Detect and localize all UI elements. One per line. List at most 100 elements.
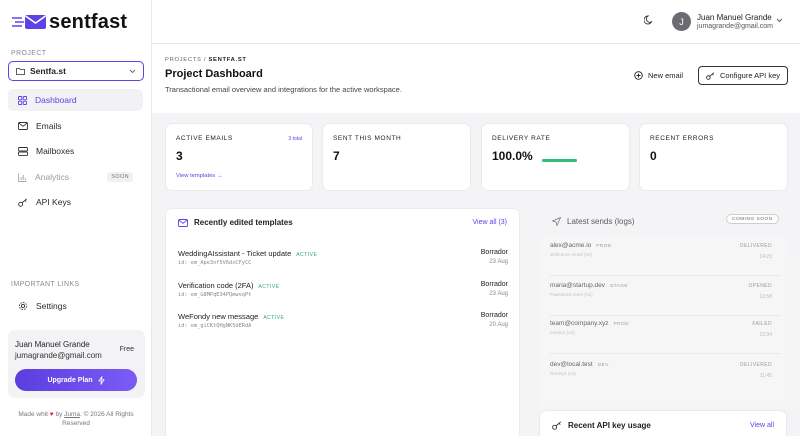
important-links-label: IMPORTANT LINKS	[11, 281, 80, 288]
template-row[interactable]: WeFondy new message ACTIVE id: em_giCKtQH…	[178, 312, 508, 336]
view-templates-link[interactable]: View templates →	[176, 173, 223, 179]
nav-analytics[interactable]: Analytics SOON	[8, 166, 143, 188]
nav-label: Settings	[36, 301, 67, 311]
status-badge: ACTIVE	[258, 284, 280, 290]
avatar[interactable]: J	[672, 12, 691, 31]
send-mail-icon	[12, 15, 46, 29]
send-icon	[552, 217, 561, 226]
key-icon	[552, 421, 562, 430]
send-subject: Invoice (v3)	[550, 331, 575, 336]
nav-label: Mailboxes	[36, 146, 75, 156]
footer-made-with: Made whit	[18, 411, 48, 418]
project-select-value: Sentfa.st	[30, 66, 66, 76]
topbar: J Juan Manuel Grande jumagrande@gmail.co…	[152, 0, 800, 44]
footer-reserved: Reserved	[62, 420, 90, 427]
panel-header: Latest sends (logs)	[552, 217, 635, 226]
topbar-user-name: Juan Manuel Grande	[697, 13, 772, 22]
project-select[interactable]: Sentfa.st	[8, 61, 144, 81]
recent-templates-panel: Recently edited templates View all (3) W…	[165, 208, 520, 436]
user-email: jumagrande@gmail.com	[15, 351, 102, 360]
main-content: PROJECTS / SENTFA.ST Project Dashboard T…	[152, 44, 800, 436]
status-badge: ACTIVE	[263, 315, 285, 321]
send-subject: Receipt (v1)	[550, 372, 576, 377]
soon-badge: SOON	[107, 172, 133, 182]
chevron-down-icon	[129, 69, 136, 73]
key-icon	[706, 71, 715, 80]
panel-title: Recently edited templates	[194, 218, 293, 227]
send-email: dev@local.test	[550, 361, 593, 368]
env-tag: PROD	[613, 322, 629, 327]
nav-label: API Keys	[36, 197, 71, 207]
template-state: Borrador	[480, 281, 508, 288]
nav-label: Dashboard	[35, 95, 77, 105]
stat-value: 100.0%	[492, 149, 533, 163]
env-tag: DEV	[597, 363, 609, 368]
send-subject: Welcome email (v2)	[550, 253, 593, 258]
avatar-initial: J	[679, 16, 684, 27]
template-id: id: em_Ape3nf5V6dxCFyCC	[178, 260, 252, 266]
stat-delivery-rate: DELIVERY RATE 100.0%	[481, 123, 630, 191]
template-row[interactable]: WeddingAIssistant - Ticket update ACTIVE …	[178, 249, 508, 273]
new-email-button[interactable]: New email	[634, 67, 683, 84]
moon-icon[interactable]	[644, 15, 654, 25]
upgrade-plan-label: Upgrade Plan	[47, 376, 93, 384]
template-date: 20 Aug	[489, 322, 508, 328]
plan-label: Free	[119, 346, 134, 353]
nav-label: Emails	[36, 121, 62, 131]
panel-header: Recently edited templates	[178, 218, 293, 227]
send-row: maria@startup.dev STAGE Password reset (v…	[550, 280, 780, 316]
heart-icon: ♥	[49, 411, 54, 418]
footer-by: by	[55, 411, 63, 418]
send-status: DELIVERED	[740, 243, 772, 249]
plus-circle-icon	[634, 71, 643, 80]
inbox-icon	[18, 146, 28, 156]
template-row[interactable]: Verification code (2FA) ACTIVE id: em_G8M…	[178, 281, 508, 305]
grid-icon	[18, 95, 27, 105]
send-status: FAILED	[752, 321, 772, 327]
author-link[interactable]: Juma	[64, 411, 80, 418]
send-email: alex@acme.io	[550, 242, 592, 249]
stat-recent-errors: RECENT ERRORS 0	[639, 123, 788, 191]
chevron-down-icon[interactable]	[776, 18, 783, 23]
stat-label: DELIVERY RATE	[492, 135, 551, 142]
api-usage-panel: Recent API key usage View all	[539, 410, 787, 436]
nav-mailboxes[interactable]: Mailboxes	[8, 140, 143, 162]
footer-note: Made whit ♥ by Juma. © 2026 All Rights R…	[6, 410, 146, 428]
upgrade-plan-button[interactable]: Upgrade Plan	[15, 369, 137, 391]
template-date: 23 Aug	[489, 291, 508, 297]
sidebar: sentfast PROJECT Sentfa.st Dashboard Ema…	[0, 0, 152, 436]
stat-sent-this-month: SENT THIS MONTH 7	[322, 123, 471, 191]
env-tag: STAGE	[610, 284, 628, 289]
page-subtitle: Transactional email overview and integra…	[165, 85, 402, 94]
mail-icon	[178, 218, 188, 227]
view-all-api-usage-link[interactable]: View all	[750, 422, 774, 429]
nav-api-keys[interactable]: API Keys	[8, 191, 143, 213]
stat-label: ACTIVE EMAILS	[176, 135, 233, 142]
delivery-rate-bar-fill	[542, 159, 577, 162]
gear-icon	[18, 301, 28, 311]
page-title: Project Dashboard	[165, 68, 263, 80]
env-tag: PROD	[596, 244, 612, 249]
topbar-user-email: jumagrande@gmail.com	[697, 23, 773, 30]
new-email-label: New email	[648, 71, 684, 80]
template-state: Borrador	[480, 249, 508, 256]
stat-value: 7	[333, 149, 340, 163]
configure-api-key-button[interactable]: Configure API key	[698, 66, 788, 85]
brand-logo[interactable]: sentfast	[12, 9, 127, 35]
nav-label: Analytics	[35, 172, 70, 182]
breadcrumb-separator: /	[203, 57, 207, 63]
footer-rights: . © 2026 All Rights	[80, 411, 134, 418]
stat-label: SENT THIS MONTH	[333, 135, 402, 142]
view-all-templates-link[interactable]: View all (3)	[473, 219, 508, 226]
template-state: Borrador	[480, 312, 508, 319]
template-date: 23 Aug	[489, 259, 508, 265]
send-row: alex@acme.io PROD Welcome email (v2) DELI…	[550, 240, 780, 276]
breadcrumb-projects[interactable]: PROJECTS	[165, 57, 202, 63]
nav-emails[interactable]: Emails	[8, 115, 143, 137]
panel-title: Recent API key usage	[568, 421, 651, 430]
nav-dashboard[interactable]: Dashboard	[8, 89, 143, 111]
send-time: 14:23	[759, 254, 772, 260]
nav-settings[interactable]: Settings	[8, 295, 143, 317]
folder-icon	[16, 68, 25, 75]
send-time: 11:45	[759, 373, 772, 379]
